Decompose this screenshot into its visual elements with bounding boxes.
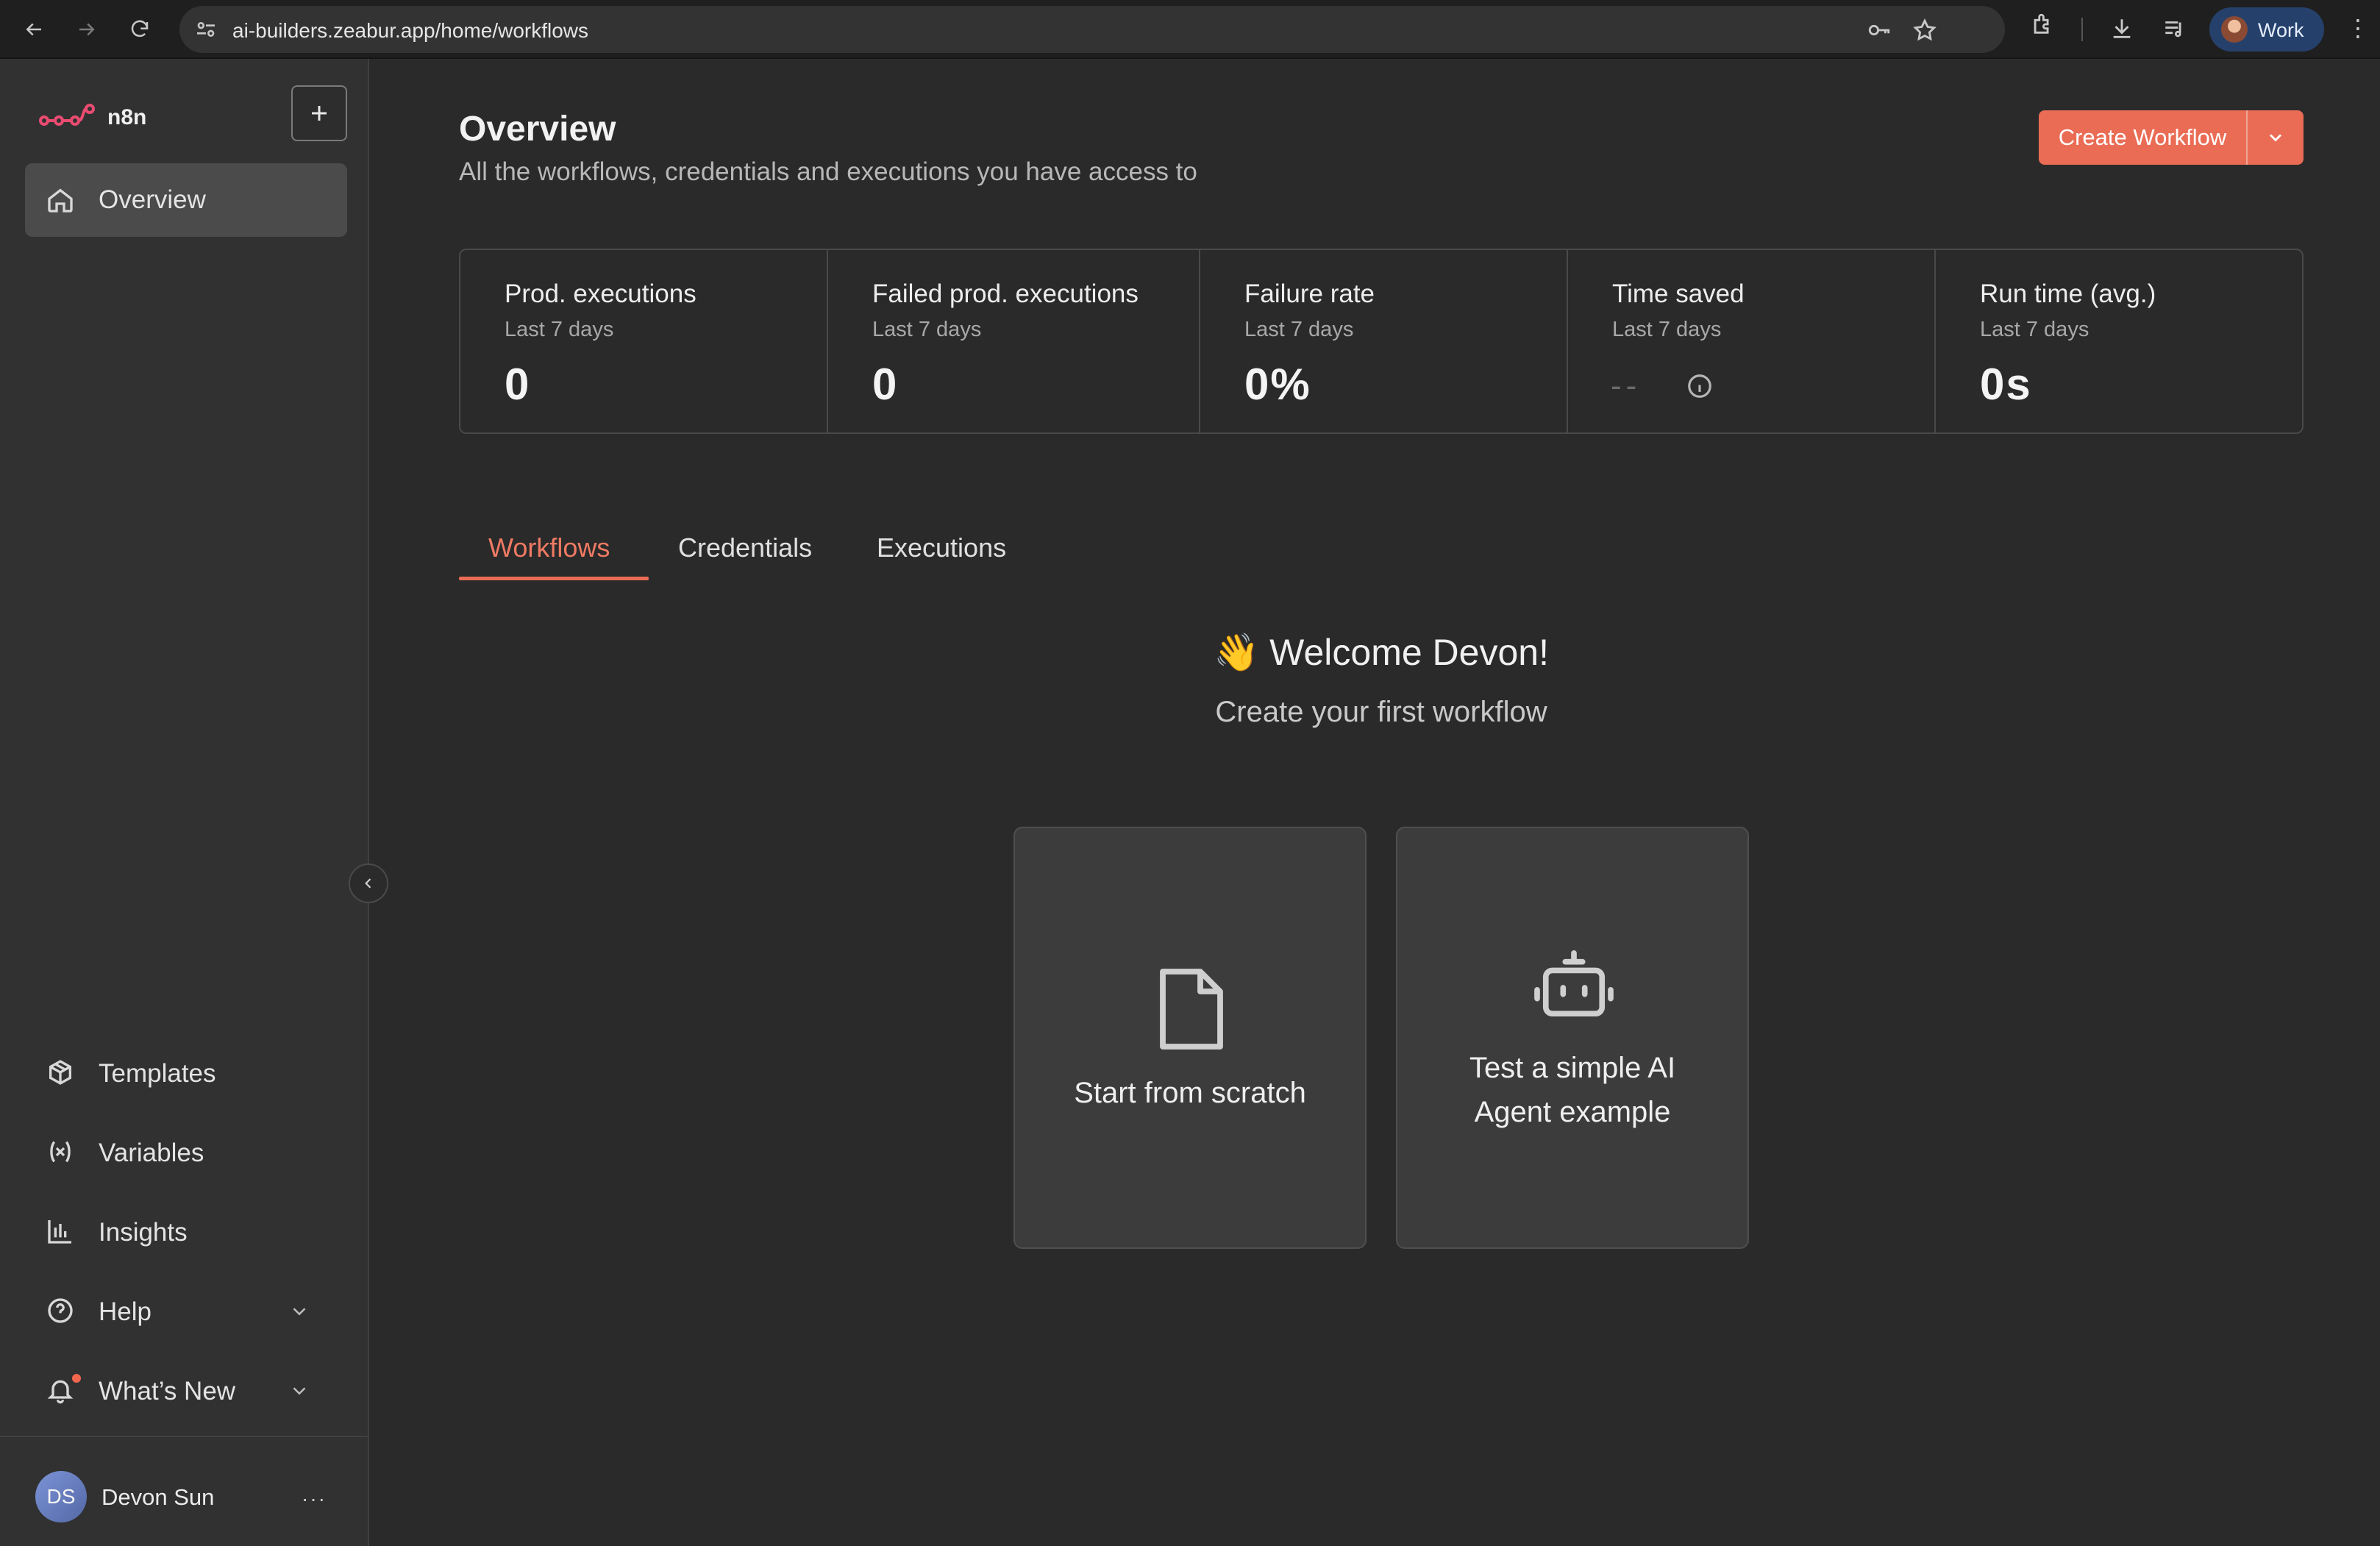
add-new-button[interactable]: [291, 85, 347, 141]
sidebar-item-whats-new[interactable]: What’s New: [25, 1358, 347, 1424]
brand[interactable]: n8n: [38, 100, 146, 135]
sidebar-item-label: Insights: [99, 1218, 188, 1247]
user-name: Devon Sun: [101, 1484, 215, 1510]
notification-dot: [72, 1374, 81, 1383]
create-workflow-split-button: Create Workflow: [2039, 110, 2304, 165]
stat-title: Failure rate: [1244, 279, 1375, 308]
bookmark-star-icon[interactable]: [1912, 18, 1937, 43]
sidebar-divider: [0, 1436, 368, 1437]
more-options-icon[interactable]: ···: [302, 1487, 327, 1511]
tab-credentials[interactable]: Credentials: [678, 532, 812, 563]
create-options-button[interactable]: [2248, 110, 2304, 165]
chevron-left-icon: [365, 878, 371, 888]
stats-summary: Prod. executions Last 7 days 0 Failed pr…: [459, 249, 2304, 434]
sidebar-item-label: Templates: [99, 1059, 216, 1088]
stat-failed-executions[interactable]: Failed prod. executions Last 7 days 0: [828, 250, 1200, 432]
welcome-subheading: Create your first workflow: [1215, 696, 1547, 728]
site-settings-icon[interactable]: [194, 18, 218, 41]
forward-button[interactable]: [69, 12, 104, 47]
stat-title: Run time (avg.): [1980, 279, 2156, 308]
stat-value: 0: [505, 360, 531, 409]
password-key-icon[interactable]: [1867, 18, 1892, 43]
sidebar-item-label: Variables: [99, 1139, 204, 1167]
stat-value: 0s: [1980, 360, 2032, 409]
profile-button[interactable]: Work: [2209, 7, 2324, 51]
sidebar-item-help[interactable]: Help: [25, 1278, 347, 1344]
page-subtitle: All the workflows, credentials and execu…: [459, 157, 1197, 186]
stat-time-saved[interactable]: Time saved Last 7 days --: [1568, 250, 1936, 432]
welcome-heading: 👋 Welcome Devon!: [1214, 632, 1549, 673]
card-label-line2: Agent example: [1474, 1096, 1671, 1128]
chevron-down-icon: [293, 1387, 306, 1395]
start-from-scratch-card[interactable]: Start from scratch: [1013, 827, 1367, 1249]
tab-executions[interactable]: Executions: [877, 532, 1006, 563]
brand-name: n8n: [107, 105, 147, 129]
stat-failure-rate[interactable]: Failure rate Last 7 days 0%: [1200, 250, 1568, 432]
back-button[interactable]: [16, 12, 51, 47]
browser-toolbar: ai-builders.zeabur.app/home/workflows Wo…: [0, 0, 2380, 59]
stat-run-time[interactable]: Run time (avg.) Last 7 days 0s: [1936, 250, 2302, 432]
ai-agent-example-card[interactable]: Test a simple AI Agent example: [1396, 827, 1749, 1249]
browser-menu-icon[interactable]: ⋮: [2346, 15, 2370, 44]
media-controls-icon[interactable]: [2162, 16, 2187, 41]
stat-title: Time saved: [1612, 279, 1745, 308]
url-text: ai-builders.zeabur.app/home/workflows: [232, 19, 589, 42]
chevron-down-icon: [2270, 134, 2281, 142]
extensions-icon[interactable]: [2030, 12, 2055, 37]
sidebar-item-label: Help: [99, 1297, 152, 1326]
stat-period: Last 7 days: [1980, 318, 2089, 341]
sidebar-item-variables[interactable]: Variables: [25, 1119, 347, 1186]
variables-icon: [50, 1141, 71, 1163]
stat-period: Last 7 days: [1244, 318, 1354, 341]
sidebar-item-label: Overview: [99, 185, 206, 214]
download-icon[interactable]: [2109, 16, 2134, 41]
avatar: DS: [35, 1471, 87, 1522]
address-bar[interactable]: ai-builders.zeabur.app/home/workflows: [179, 6, 2005, 53]
stat-title: Prod. executions: [505, 279, 696, 308]
card-label-line1: Test a simple AI: [1469, 1052, 1676, 1084]
home-icon: [48, 188, 73, 213]
sidebar-item-insights[interactable]: Insights: [25, 1199, 347, 1265]
chevron-down-icon: [293, 1308, 306, 1316]
info-icon[interactable]: [1686, 372, 1714, 400]
profile-avatar: [2221, 16, 2248, 43]
insights-icon: [48, 1220, 71, 1244]
file-icon: [1160, 969, 1223, 1050]
n8n-logo-icon: [39, 104, 95, 126]
toolbar-divider: [2081, 18, 2083, 41]
robot-icon: [1534, 950, 1614, 1017]
stat-period: Last 7 days: [1612, 318, 1722, 341]
templates-icon: [49, 1060, 71, 1085]
sidebar-item-overview[interactable]: Overview: [25, 163, 347, 237]
stat-title: Failed prod. executions: [872, 279, 1139, 308]
help-icon: [48, 1298, 73, 1323]
stat-period: Last 7 days: [872, 318, 982, 341]
stat-period: Last 7 days: [505, 318, 614, 341]
bell-icon: [47, 1380, 74, 1404]
profile-label: Work: [2258, 19, 2304, 41]
create-workflow-button[interactable]: Create Workflow: [2039, 110, 2246, 165]
collapse-sidebar-button[interactable]: [349, 863, 388, 903]
active-tab-indicator: [459, 577, 649, 580]
card-label: Start from scratch: [1074, 1077, 1306, 1109]
sidebar-item-label: What’s New: [99, 1377, 236, 1406]
page-title: Overview: [459, 110, 616, 149]
stat-value: --: [1611, 368, 1642, 404]
stat-value: 0: [872, 360, 899, 409]
sidebar: n8n Overview Templates Variables Insight…: [0, 59, 388, 1546]
stat-prod-executions[interactable]: Prod. executions Last 7 days 0: [460, 250, 828, 432]
stat-value: 0%: [1244, 360, 1311, 409]
sidebar-item-templates[interactable]: Templates: [25, 1040, 347, 1106]
plus-icon: [312, 106, 327, 121]
reload-button[interactable]: [122, 12, 157, 47]
user-menu[interactable]: DS Devon Sun ···: [25, 1461, 347, 1534]
tab-workflows[interactable]: Workflows: [488, 532, 610, 563]
